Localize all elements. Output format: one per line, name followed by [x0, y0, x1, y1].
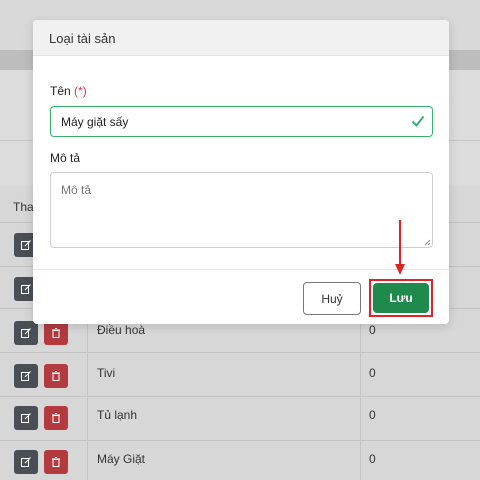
- row-name: Tủ lạnh: [97, 408, 138, 422]
- table-header-actions: Tha: [13, 200, 34, 214]
- table-row: Máy Giặt 0: [0, 440, 480, 480]
- delete-button[interactable]: [44, 450, 68, 474]
- name-label: Tên (*): [50, 84, 87, 98]
- cancel-button[interactable]: Huỷ: [303, 282, 361, 315]
- delete-button[interactable]: [44, 321, 68, 345]
- description-textarea[interactable]: [50, 172, 433, 248]
- edit-button[interactable]: [14, 406, 38, 430]
- trash-icon: [52, 457, 60, 467]
- description-label: Mô tả: [50, 151, 81, 165]
- trash-icon: [52, 371, 60, 381]
- row-value: 0: [369, 323, 376, 337]
- edit-button[interactable]: [14, 364, 38, 388]
- row-value: 0: [369, 366, 376, 380]
- edit-icon: [21, 371, 31, 381]
- delete-button[interactable]: [44, 364, 68, 388]
- save-button[interactable]: Lưu: [373, 283, 429, 313]
- delete-button[interactable]: [44, 406, 68, 430]
- table-row: Tủ lạnh 0: [0, 396, 480, 442]
- annotation-arrow-icon: [395, 220, 405, 275]
- valid-check-icon: [411, 115, 425, 128]
- edit-icon: [21, 328, 31, 338]
- trash-icon: [52, 328, 60, 338]
- save-highlight-box: Lưu: [369, 279, 433, 317]
- asset-type-modal: Loại tài sản Tên (*) Mô tả Huỷ Lưu: [33, 20, 449, 324]
- edit-button[interactable]: [14, 321, 38, 345]
- edit-icon: [21, 240, 31, 250]
- required-marker: (*): [74, 84, 87, 98]
- edit-button[interactable]: [14, 450, 38, 474]
- row-name: Điều hoà: [97, 323, 146, 337]
- row-name: Máy Giặt: [97, 452, 146, 466]
- modal-title: Loại tài sản: [33, 20, 449, 56]
- name-label-text: Tên: [50, 84, 71, 98]
- trash-icon: [52, 413, 60, 423]
- edit-icon: [21, 457, 31, 467]
- resize-handle-icon[interactable]: [424, 239, 431, 246]
- row-value: 0: [369, 408, 376, 422]
- modal-footer: Huỷ Lưu: [33, 269, 449, 324]
- edit-icon: [21, 413, 31, 423]
- table-row: Tivi 0: [0, 352, 480, 398]
- name-input[interactable]: [50, 106, 433, 137]
- row-name: Tivi: [97, 366, 116, 380]
- edit-icon: [21, 284, 31, 294]
- row-value: 0: [369, 452, 376, 466]
